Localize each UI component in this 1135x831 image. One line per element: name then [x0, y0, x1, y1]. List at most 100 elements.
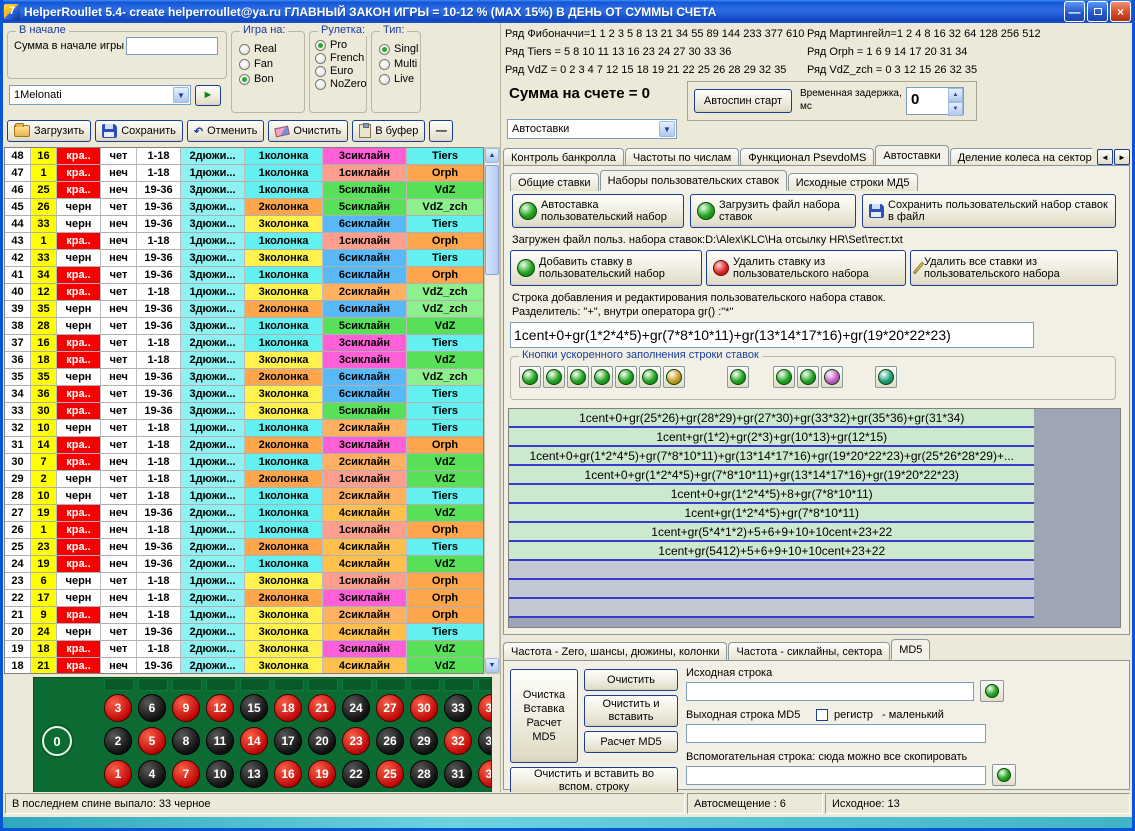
board-number-12[interactable]: 12	[206, 694, 234, 722]
tab-2[interactable]: Частота - сиклайны, сектора	[728, 642, 890, 660]
board-number-zero[interactable]: 0	[42, 726, 72, 756]
radio-option-nozero[interactable]: NoZero	[315, 78, 366, 90]
history-row[interactable]: 3330кра..чет19-363дюжи...3колонка5сиклай…	[5, 403, 483, 420]
board-number-29[interactable]: 29	[410, 727, 438, 755]
bet-list-item[interactable]: 1cent+gr(1*2*4*5)+gr(7*8*10*11)	[509, 504, 1034, 523]
quick-fill-button-6[interactable]	[639, 366, 661, 388]
history-row[interactable]: 471кра..неч1-181дюжи...1колонка1сиклайнO…	[5, 165, 483, 182]
quick-fill-button-2[interactable]	[543, 366, 565, 388]
register-checkbox[interactable]	[816, 709, 828, 721]
scrollbar-thumb[interactable]	[485, 165, 499, 275]
quick-fill-button-4[interactable]	[591, 366, 613, 388]
scroll-down-icon[interactable]: ▼	[485, 658, 499, 673]
quick-fill-button-1[interactable]	[519, 366, 541, 388]
md5-clear-paste-aux-button[interactable]: Очистить и вставить во вспом. строку	[510, 767, 678, 795]
board-number-26[interactable]: 26	[376, 727, 404, 755]
quick-fill-button-7[interactable]	[663, 366, 685, 388]
board-number-17[interactable]: 17	[274, 727, 302, 755]
radio-option-fan[interactable]: Fan	[239, 58, 304, 70]
board-number-21[interactable]: 21	[308, 694, 336, 722]
bet-string-input[interactable]	[510, 322, 1034, 348]
board-number-31[interactable]: 31	[444, 760, 472, 788]
play-button[interactable]: ►	[195, 85, 221, 106]
history-row[interactable]: 3114кра..чет1-182дюжи...2колонка3сиклайн…	[5, 437, 483, 454]
board-number-4[interactable]: 4	[138, 760, 166, 788]
undo-button[interactable]: ↶Отменить	[187, 120, 264, 142]
history-row[interactable]: 3210чернчет1-181дюжи...1колонка2сиклайнT…	[5, 420, 483, 437]
md5-output-input[interactable]	[686, 724, 986, 743]
md5-source-input[interactable]	[686, 682, 974, 701]
board-number-6[interactable]: 6	[138, 694, 166, 722]
quick-fill-button-9[interactable]	[773, 366, 795, 388]
history-row[interactable]: 307кра..неч1-181дюжи...1колонка2сиклайнV…	[5, 454, 483, 471]
radio-option-multi[interactable]: Multi	[379, 58, 420, 70]
history-row[interactable]: 4433черннеч19-363дюжи...3колонка6сиклайн…	[5, 216, 483, 233]
add-bet-button[interactable]: Добавить ставку в пользовательский набор	[510, 250, 702, 286]
bet-list-item[interactable]: 1cent+gr(1*2)+gr(2*3)+gr(10*13)+gr(12*15…	[509, 428, 1034, 447]
tab-1[interactable]: Частота - Zero, шансы, дюжины, колонки	[503, 642, 727, 660]
collapse-button[interactable]: —	[429, 120, 453, 142]
quick-fill-button-10[interactable]	[797, 366, 819, 388]
board-number-13[interactable]: 13	[240, 760, 268, 788]
board-number-1[interactable]: 1	[104, 760, 132, 788]
radio-option-euro[interactable]: Euro	[315, 65, 366, 77]
delay-spinner[interactable]: 0 ▲ ▼	[906, 87, 964, 115]
history-row[interactable]: 2419кра..неч19-362дюжи...1колонка4сиклай…	[5, 556, 483, 573]
bet-list-item[interactable]: 1cent+0+gr(1*2*4*5)+gr(7*8*10*11)+gr(13*…	[509, 466, 1034, 485]
md5-source-chip-button[interactable]	[980, 680, 1004, 702]
board-number-24[interactable]: 24	[342, 694, 370, 722]
history-row[interactable]: 3716кра..чет1-182дюжи...1колонка3сиклайн…	[5, 335, 483, 352]
bet-list-item[interactable]: 1cent+gr(5412)+5+6+9+10+10cent+23+22	[509, 542, 1034, 561]
autobet-user-set-button[interactable]: Автоставка пользовательский набор	[512, 194, 684, 228]
spin-down-icon[interactable]: ▼	[948, 102, 963, 116]
history-row[interactable]: 1918кра..чет1-182дюжи...3колонка3сиклайн…	[5, 641, 483, 658]
board-number-7[interactable]: 7	[172, 760, 200, 788]
board-number-20[interactable]: 20	[308, 727, 336, 755]
board-number-27[interactable]: 27	[376, 694, 404, 722]
history-row[interactable]: 4526чернчет19-363дюжи...2колонка5сиклайн…	[5, 199, 483, 216]
md5-calc-button[interactable]: Расчет MD5	[584, 731, 678, 753]
radio-option-real[interactable]: Real	[239, 43, 304, 55]
chevron-down-icon[interactable]: ▼	[659, 121, 675, 137]
clear-button[interactable]: Очистить	[268, 120, 348, 142]
tab-2[interactable]: Наборы пользовательских ставок	[600, 170, 787, 191]
history-row[interactable]: 2024чернчет19-362дюжи...3колонка4сиклайн…	[5, 624, 483, 641]
history-row[interactable]: 219кра..неч1-181дюжи...3колонка2сиклайнO…	[5, 607, 483, 624]
tab-3[interactable]: MD5	[891, 639, 930, 660]
board-number-2[interactable]: 2	[104, 727, 132, 755]
tab-1[interactable]: Общие ставки	[510, 173, 599, 191]
md5-aux-chip-button[interactable]	[992, 764, 1016, 786]
history-row[interactable]: 2523кра..неч19-362дюжи...2колонка4сиклай…	[5, 539, 483, 556]
board-number-18[interactable]: 18	[274, 694, 302, 722]
md5-aux-input[interactable]	[686, 766, 986, 785]
radio-option-french[interactable]: French	[315, 52, 366, 64]
quick-fill-button-5[interactable]	[615, 366, 637, 388]
radio-option-singl[interactable]: Singl	[379, 43, 420, 55]
autobets-combobox[interactable]: Автоставки ▼	[507, 119, 677, 139]
board-number-36[interactable]: 36	[478, 694, 492, 722]
load-button[interactable]: Загрузить	[7, 120, 91, 142]
history-row[interactable]: 3618кра..чет1-182дюжи...3колонка3сиклайн…	[5, 352, 483, 369]
close-button[interactable]: ×	[1110, 1, 1131, 22]
history-row[interactable]: 2810чернчет1-181дюжи...1колонка2сиклайнT…	[5, 488, 483, 505]
bet-list-item[interactable]: 1cent+0+gr(25*26)+gr(28*29)+gr(27*30)+gr…	[509, 409, 1034, 428]
radio-option-bon[interactable]: Bon	[239, 73, 304, 85]
radio-option-live[interactable]: Live	[379, 73, 420, 85]
tab-4[interactable]: Автоставки	[875, 145, 948, 166]
history-row[interactable]: 4012кра..чет1-181дюжи...3колонка2сиклайн…	[5, 284, 483, 301]
history-row[interactable]: 4625кра..неч19-363дюжи...1колонка5сиклай…	[5, 182, 483, 199]
load-bet-file-button[interactable]: Загрузить файл набора ставок	[690, 194, 856, 228]
tab-scroll-right-icon[interactable]: ►	[1114, 149, 1130, 165]
remove-all-bets-button[interactable]: Удалить все ставки из пользовательского …	[910, 250, 1118, 286]
bet-list-item[interactable]: 1cent+0+gr(1*2*4*5)+8+gr(7*8*10*11)	[509, 485, 1034, 504]
tab-2[interactable]: Частоты по числам	[625, 148, 739, 166]
quick-fill-button-3[interactable]	[567, 366, 589, 388]
tab-3[interactable]: Функционал PsevdoMS	[740, 148, 874, 166]
md5-clear-button[interactable]: Очистить	[584, 669, 678, 691]
board-number-14[interactable]: 14	[240, 727, 268, 755]
board-number-25[interactable]: 25	[376, 760, 404, 788]
board-number-16[interactable]: 16	[274, 760, 302, 788]
bet-list-item[interactable]: 1cent+0+gr(1*2*4*5)+gr(7*8*10*11)+gr(13*…	[509, 447, 1034, 466]
history-row[interactable]: 4134кра..чет19-363дюжи...1колонка6сиклай…	[5, 267, 483, 284]
history-row[interactable]: 2217черннеч1-182дюжи...2колонка3сиклайнO…	[5, 590, 483, 607]
